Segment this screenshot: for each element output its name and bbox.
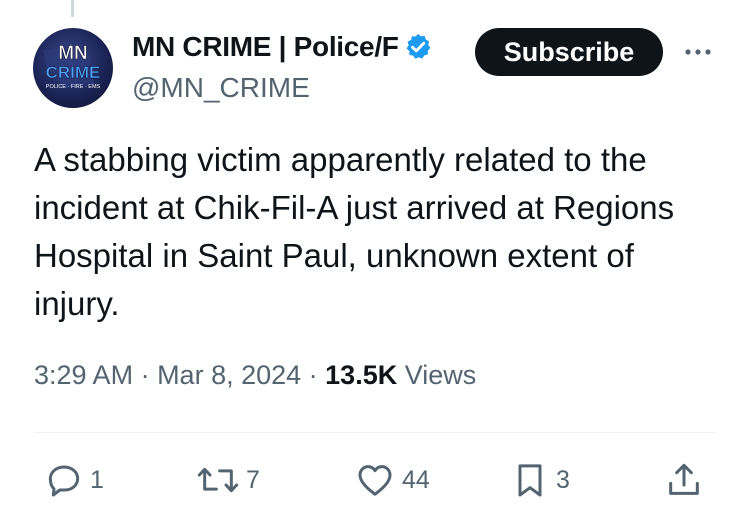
thread-connector-line	[71, 0, 74, 17]
bookmark-icon	[518, 464, 542, 497]
subscribe-button[interactable]: Subscribe	[475, 28, 663, 76]
reply-button[interactable]: 1	[44, 458, 104, 502]
meta-separator: ·	[133, 360, 158, 390]
views-count: 13.5K	[325, 360, 398, 390]
repost-button[interactable]: 7	[196, 458, 260, 502]
divider	[34, 432, 716, 433]
more-options-icon[interactable]	[680, 40, 716, 64]
reply-icon	[48, 465, 80, 497]
avatar-text-crime: CRIME	[46, 63, 101, 82]
tweet-time[interactable]: 3:29 AM	[34, 360, 133, 390]
tweet-meta: 3:29 AM · Mar 8, 2024 · 13.5K Views	[34, 360, 476, 391]
tweet-date[interactable]: Mar 8, 2024	[157, 360, 301, 390]
avatar[interactable]: MN CRIME POLICE · FIRE · EMS	[33, 28, 113, 108]
verified-badge-icon[interactable]	[403, 32, 433, 62]
author-handle[interactable]: @MN_CRIME	[132, 72, 310, 104]
bookmark-button[interactable]: 3	[510, 458, 570, 502]
repost-count: 7	[246, 465, 260, 494]
meta-separator: ·	[301, 360, 326, 390]
avatar-logo: MN CRIME POLICE · FIRE · EMS	[43, 43, 101, 90]
like-icon	[358, 465, 392, 496]
author-name-row: MN CRIME | Police/F	[132, 30, 464, 64]
share-icon	[669, 463, 699, 495]
reply-count: 1	[90, 465, 104, 494]
like-count: 44	[402, 465, 430, 494]
share-button[interactable]	[664, 458, 704, 502]
repost-icon	[197, 467, 239, 493]
tweet-text: A stabbing victim apparently related to …	[34, 141, 675, 322]
author-display-name[interactable]: MN CRIME | Police/F	[132, 31, 399, 63]
like-button[interactable]: 44	[354, 458, 430, 502]
avatar-text-services: POLICE · FIRE · EMS	[46, 84, 101, 90]
avatar-text-mn: MN	[58, 43, 88, 64]
views-label: Views	[397, 360, 477, 390]
bookmark-count: 3	[556, 465, 570, 494]
